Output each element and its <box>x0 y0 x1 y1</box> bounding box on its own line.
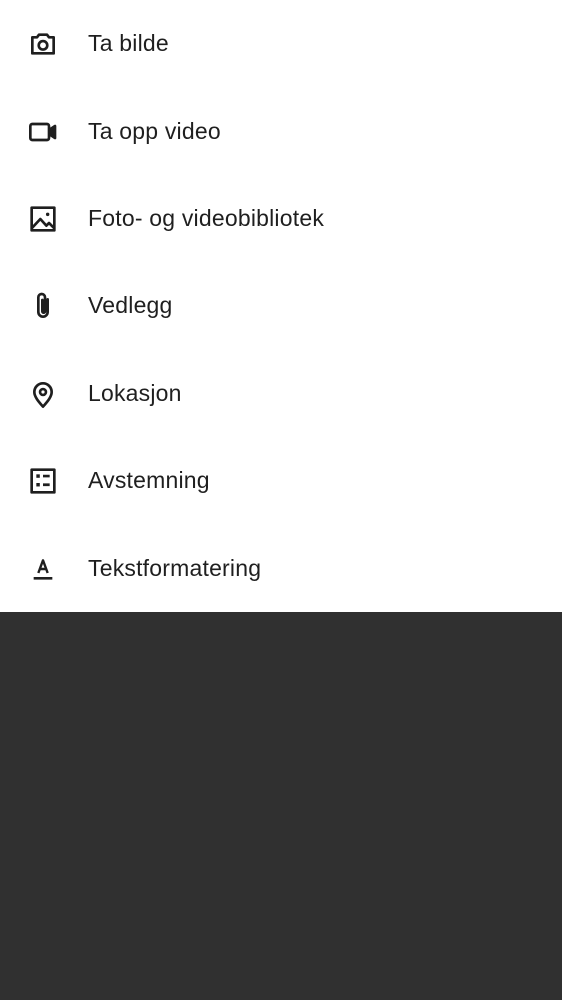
location-pin-icon <box>27 378 59 410</box>
menu-item-label: Ta opp video <box>88 118 221 144</box>
text-format-icon <box>27 553 59 585</box>
menu-item-location[interactable]: Lokasjon <box>0 350 562 437</box>
menu-item-label: Tekstformatering <box>88 555 262 581</box>
menu-item-label: Foto- og videobibliotek <box>88 205 325 231</box>
menu-item-label: Lokasjon <box>88 380 182 406</box>
menu-item-photo-video-library[interactable]: Foto- og videobibliotek <box>0 175 562 262</box>
menu-item-label: Ta bilde <box>88 30 169 56</box>
menu-item-text-formatting[interactable]: Tekstformatering <box>0 525 562 612</box>
menu-item-poll[interactable]: Avstemning <box>0 437 562 524</box>
menu-item-label: Vedlegg <box>88 292 173 318</box>
menu-item-record-video[interactable]: Ta opp video <box>0 88 562 175</box>
menu-item-attachment[interactable]: Vedlegg <box>0 262 562 349</box>
attachment-bottom-sheet: Ta bilde Ta opp video Foto- og videobibl… <box>0 0 562 612</box>
poll-checklist-icon <box>27 465 59 497</box>
paperclip-icon <box>27 290 59 322</box>
videocam-icon <box>27 116 59 148</box>
image-icon <box>27 203 59 235</box>
background-scrim[interactable] <box>0 612 562 1000</box>
menu-item-take-photo[interactable]: Ta bilde <box>0 0 562 87</box>
menu-item-label: Avstemning <box>88 467 210 493</box>
camera-icon <box>27 28 59 60</box>
